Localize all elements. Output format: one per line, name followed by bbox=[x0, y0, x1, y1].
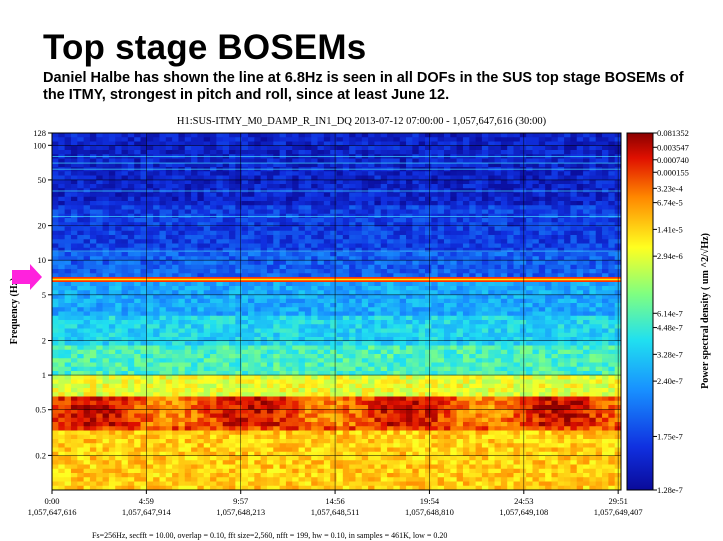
colorbar-tick-label: 0.000155 bbox=[657, 167, 689, 177]
x-tick-label: 4:59 bbox=[139, 496, 154, 506]
y-axis-ticks: 128 100 50 20 10 5 2 1 0.5 0.2 bbox=[33, 128, 52, 460]
colorbar-tick-label: 2.94e-6 bbox=[657, 251, 683, 261]
x-tick-gps: 1,057,648,810 bbox=[405, 507, 454, 517]
y-tick-label: 128 bbox=[33, 128, 46, 138]
y-tick-label: 2 bbox=[42, 336, 46, 346]
colorbar-tick-label: 1.41e-5 bbox=[657, 224, 683, 234]
colorbar-tick-label: 1.75e-7 bbox=[657, 431, 683, 441]
y-tick-label: 1 bbox=[42, 370, 46, 380]
x-axis-ticks: 0:001,057,647,6164:591,057,647,9149:571,… bbox=[28, 490, 643, 517]
x-tick-label: 9:57 bbox=[233, 496, 248, 506]
x-tick-gps: 1,057,648,213 bbox=[216, 507, 265, 517]
y-tick-label: 20 bbox=[38, 221, 47, 231]
x-tick-gps: 1,057,648,511 bbox=[311, 507, 360, 517]
x-tick-label: 0:00 bbox=[44, 496, 59, 506]
x-tick-label: 14:56 bbox=[325, 496, 344, 506]
x-tick-label: 24:53 bbox=[514, 496, 533, 506]
colorbar-tick-label: 6.14e-7 bbox=[657, 308, 683, 318]
x-tick-gps: 1,057,649,407 bbox=[594, 507, 643, 517]
colorbar-tick-label: 4.48e-7 bbox=[657, 323, 683, 333]
y-tick-label: 0.2 bbox=[35, 450, 46, 460]
y-tick-label: 10 bbox=[38, 255, 47, 265]
colorbar bbox=[626, 132, 654, 491]
colorbar-tick-label: 1.28e-7 bbox=[657, 485, 683, 495]
y-tick-label: 100 bbox=[33, 140, 46, 150]
colorbar-tick-label: 0.003547 bbox=[657, 142, 689, 152]
colorbar-tick-label: 6.74e-5 bbox=[657, 198, 683, 208]
y-tick-label: 50 bbox=[38, 175, 47, 185]
x-tick-label: 19:54 bbox=[420, 496, 440, 506]
x-tick-gps: 1,057,649,108 bbox=[499, 507, 548, 517]
x-tick-label: 29:51 bbox=[608, 496, 627, 506]
colorbar-tick-label: 0.081352 bbox=[657, 128, 689, 138]
x-tick-gps: 1,057,647,616 bbox=[28, 507, 77, 517]
y-tick-label: 0.5 bbox=[35, 405, 46, 415]
spectrogram-chart: 128 100 50 20 10 5 2 1 0.5 0.2 0:001,057,647,616 4… bbox=[9, 128, 711, 517]
colorbar-tick-label: 2.40e-7 bbox=[657, 376, 683, 386]
colorbar-label: Power spectral density ( um ^2/√Hz) bbox=[700, 233, 711, 389]
x-tick-gps: 1,057,647,914 bbox=[122, 507, 172, 517]
colorbar-ticks: 0.081352 0.003547 0.000740 0.000155 3.23e-4 6… bbox=[653, 128, 689, 495]
y-axis-label: Frequency (Hz) bbox=[9, 278, 20, 345]
colorbar-tick-label: 3.23e-4 bbox=[657, 183, 683, 193]
y-tick-label: 5 bbox=[42, 290, 46, 300]
plot-footer: Fs=256Hz, secfft = 10.00, overlap = 0.10… bbox=[92, 531, 448, 540]
spectrogram-image bbox=[52, 133, 621, 490]
colorbar-tick-label: 3.28e-7 bbox=[657, 349, 683, 359]
colorbar-tick-label: 0.000740 bbox=[657, 155, 689, 165]
